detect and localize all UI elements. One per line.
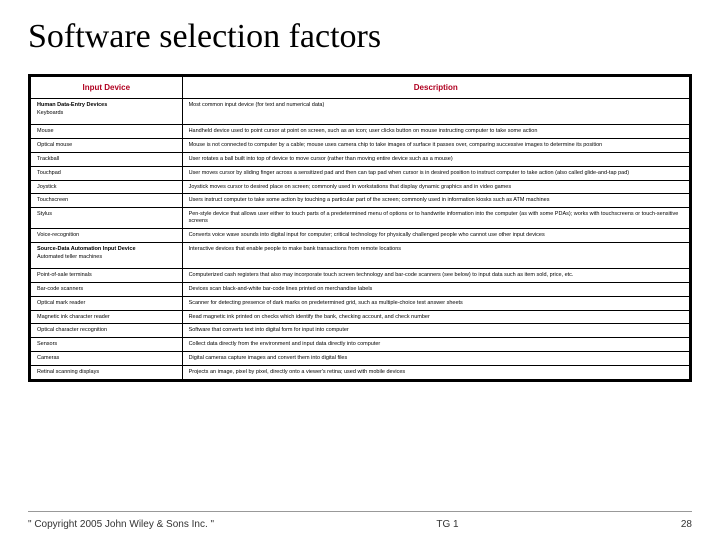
device-description-cell: Joystick moves cursor to desired place o… bbox=[182, 180, 689, 194]
table-row: Point-of-sale terminals Computerized cash… bbox=[31, 268, 690, 282]
device-description-cell: Read magnetic ink printed on checks whic… bbox=[182, 310, 689, 324]
slide-title: Software selection factors bbox=[28, 18, 692, 56]
section-heading: Human Data-Entry Devices bbox=[37, 102, 176, 109]
device-description-cell: Devices scan black-and-white bar-code li… bbox=[182, 282, 689, 296]
device-name-cell: Cameras bbox=[31, 352, 183, 366]
device-description-cell: Software that converts text into digital… bbox=[182, 324, 689, 338]
device-name-cell: Optical mark reader bbox=[31, 296, 183, 310]
device-name: Magnetic ink character reader bbox=[37, 314, 110, 320]
device-description-cell: Computerized cash registers that also ma… bbox=[182, 268, 689, 282]
device-table: Input Device Description Human Data-Entr… bbox=[30, 76, 690, 380]
table-row: Stylus Pen-style device that allows user … bbox=[31, 208, 690, 229]
device-name-cell: Joystick bbox=[31, 180, 183, 194]
device-name: Automated teller machines bbox=[37, 254, 102, 260]
device-name-cell: Human Data-Entry DevicesKeyboards bbox=[31, 99, 183, 125]
table-row: Touchscreen Users instruct computer to ta… bbox=[31, 194, 690, 208]
device-name: Mouse bbox=[37, 128, 54, 134]
device-description-cell: Scanner for detecting presence of dark m… bbox=[182, 296, 689, 310]
table-row: Bar-code scanners Devices scan black-and-… bbox=[31, 282, 690, 296]
header-input-device: Input Device bbox=[31, 77, 183, 99]
device-description-cell: Interactive devices that enable people t… bbox=[182, 242, 689, 268]
device-description-cell: User rotates a ball built into top of de… bbox=[182, 152, 689, 166]
device-name: Joystick bbox=[37, 184, 57, 190]
device-name: Bar-code scanners bbox=[37, 286, 83, 292]
table-row: Joystick Joystick moves cursor to desired… bbox=[31, 180, 690, 194]
device-name-cell: Touchscreen bbox=[31, 194, 183, 208]
device-description-cell: Most common input device (for text and n… bbox=[182, 99, 689, 125]
footer-center: TG 1 bbox=[214, 519, 681, 530]
device-name-cell: Voice-recognition bbox=[31, 229, 183, 243]
device-name: Optical mark reader bbox=[37, 300, 85, 306]
device-name-cell: Optical character recognition bbox=[31, 324, 183, 338]
device-description-cell: Mouse is not connected to computer by a … bbox=[182, 138, 689, 152]
header-description: Description bbox=[182, 77, 689, 99]
table-row: Optical character recognition Software th… bbox=[31, 324, 690, 338]
device-table-container: Input Device Description Human Data-Entr… bbox=[28, 74, 692, 382]
table-row: Voice-recognition Converts voice wave sou… bbox=[31, 229, 690, 243]
device-name: Touchpad bbox=[37, 170, 61, 176]
device-name: Trackball bbox=[37, 156, 59, 162]
device-name: Keyboards bbox=[37, 110, 63, 116]
footer-copyright: " Copyright 2005 John Wiley & Sons Inc. … bbox=[28, 519, 214, 530]
device-name: Sensors bbox=[37, 341, 57, 347]
table-header-row: Input Device Description bbox=[31, 77, 690, 99]
table-row: Human Data-Entry DevicesKeyboardsMost co… bbox=[31, 99, 690, 125]
table-row: Cameras Digital cameras capture images an… bbox=[31, 352, 690, 366]
device-name: Retinal scanning displays bbox=[37, 369, 99, 375]
device-name-cell: Trackball bbox=[31, 152, 183, 166]
footer-rule bbox=[28, 511, 692, 512]
device-description-cell: User moves cursor by sliding finger acro… bbox=[182, 166, 689, 180]
device-name: Optical mouse bbox=[37, 142, 72, 148]
device-name: Voice-recognition bbox=[37, 232, 79, 238]
section-heading: Source-Data Automation Input Device bbox=[37, 246, 176, 253]
device-name: Cameras bbox=[37, 355, 59, 361]
table-row: Magnetic ink character reader Read magnet… bbox=[31, 310, 690, 324]
table-row: Source-Data Automation Input DeviceAutom… bbox=[31, 242, 690, 268]
table-row: Trackball User rotates a ball built into … bbox=[31, 152, 690, 166]
device-name-cell: Sensors bbox=[31, 338, 183, 352]
device-name-cell: Bar-code scanners bbox=[31, 282, 183, 296]
slide-footer: " Copyright 2005 John Wiley & Sons Inc. … bbox=[0, 519, 720, 530]
device-name-cell: Retinal scanning displays bbox=[31, 366, 183, 380]
device-name-cell: Touchpad bbox=[31, 166, 183, 180]
footer-page-number: 28 bbox=[681, 519, 692, 530]
device-name: Optical character recognition bbox=[37, 327, 107, 333]
table-row: Touchpad User moves cursor by sliding fin… bbox=[31, 166, 690, 180]
device-name: Stylus bbox=[37, 211, 52, 217]
device-name-cell: Magnetic ink character reader bbox=[31, 310, 183, 324]
device-description-cell: Collect data directly from the environme… bbox=[182, 338, 689, 352]
table-row: Mouse Handheld device used to point curso… bbox=[31, 125, 690, 139]
device-name: Point-of-sale terminals bbox=[37, 272, 92, 278]
device-description-cell: Users instruct computer to take some act… bbox=[182, 194, 689, 208]
table-row: Optical mouse Mouse is not connected to c… bbox=[31, 138, 690, 152]
device-description-cell: Pen-style device that allows user either… bbox=[182, 208, 689, 229]
device-name-cell: Mouse bbox=[31, 125, 183, 139]
device-name-cell: Source-Data Automation Input DeviceAutom… bbox=[31, 242, 183, 268]
device-description-cell: Handheld device used to point cursor at … bbox=[182, 125, 689, 139]
device-name-cell: Optical mouse bbox=[31, 138, 183, 152]
device-description-cell: Projects an image, pixel by pixel, direc… bbox=[182, 366, 689, 380]
device-name-cell: Stylus bbox=[31, 208, 183, 229]
table-row: Sensors Collect data directly from the en… bbox=[31, 338, 690, 352]
device-description-cell: Digital cameras capture images and conve… bbox=[182, 352, 689, 366]
device-name: Touchscreen bbox=[37, 197, 68, 203]
device-name-cell: Point-of-sale terminals bbox=[31, 268, 183, 282]
table-row: Retinal scanning displays Projects an ima… bbox=[31, 366, 690, 380]
device-description-cell: Converts voice wave sounds into digital … bbox=[182, 229, 689, 243]
table-row: Optical mark reader Scanner for detecting… bbox=[31, 296, 690, 310]
